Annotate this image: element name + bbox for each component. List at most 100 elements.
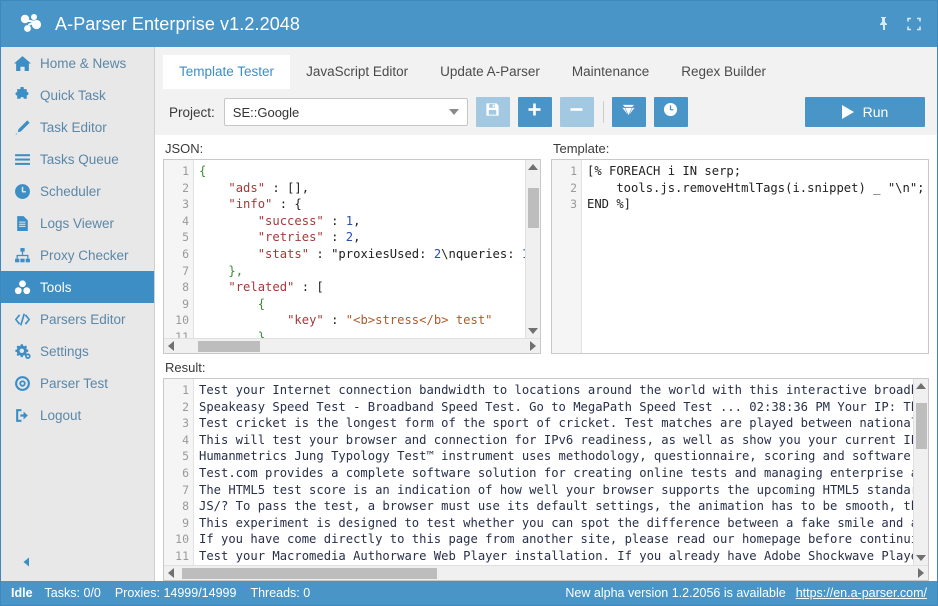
sidebar-item-parsers-editor[interactable]: Parsers Editor — [1, 303, 154, 335]
pin-icon[interactable] — [875, 15, 893, 33]
status-right-group: New alpha version 1.2.2056 is available … — [565, 586, 927, 600]
json-vscroll-thumb[interactable] — [528, 188, 539, 228]
template-editor-panel: Template: 123 [% FOREACH i IN serp; tool… — [551, 141, 929, 354]
code-line: JS/? To pass the test, a browser must us… — [199, 498, 913, 515]
presets-button[interactable] — [612, 97, 646, 127]
sidebar-item-logs-viewer[interactable]: Logs Viewer — [1, 207, 154, 239]
fullscreen-icon[interactable] — [905, 15, 923, 33]
code-line: The HTML5 test score is an indication of… — [199, 482, 913, 499]
result-code-area[interactable]: Test your Internet connection bandwidth … — [194, 379, 913, 565]
status-tasks: Tasks: 0/0 — [45, 586, 101, 600]
plus-icon — [527, 102, 542, 122]
application-window: A-Parser Enterprise v1.2.2048 — [0, 0, 938, 606]
sidebar-item-quick-task[interactable]: Quick Task — [1, 79, 154, 111]
clock-icon — [663, 102, 678, 122]
result-vertical-scrollbar[interactable] — [913, 379, 928, 565]
code-line: Test.com provides a complete software so… — [199, 465, 913, 482]
line-number: 6 — [164, 246, 189, 263]
scroll-right-icon[interactable] — [526, 339, 540, 354]
line-number: 1 — [164, 382, 189, 399]
sidebar-item-tools[interactable]: Tools — [1, 271, 154, 303]
scroll-left-icon[interactable] — [164, 566, 178, 581]
template-code-frame: 123 [% FOREACH i IN serp; tools.js.remov… — [551, 159, 929, 354]
line-number: 8 — [164, 279, 189, 296]
code-line: }, — [199, 329, 525, 338]
status-proxies: Proxies: 14999/14999 — [115, 586, 237, 600]
json-hscroll-thumb[interactable] — [198, 341, 260, 352]
tab-update-a-parser[interactable]: Update A-Parser — [424, 55, 556, 89]
line-number: 10 — [164, 531, 189, 548]
sidebar-item-proxy-checker[interactable]: Proxy Checker — [1, 239, 154, 271]
project-select[interactable]: SE::Google — [224, 98, 468, 126]
gears-icon — [13, 342, 31, 360]
json-horizontal-scrollbar[interactable] — [164, 338, 540, 353]
sidebar-item-scheduler[interactable]: Scheduler — [1, 175, 154, 207]
tab-regex-builder[interactable]: Regex Builder — [665, 55, 782, 89]
result-line-numbers: 123456789101112 — [164, 379, 194, 565]
app-title: A-Parser Enterprise v1.2.2048 — [55, 14, 300, 35]
run-button[interactable]: Run — [805, 97, 925, 127]
line-number: 2 — [164, 180, 189, 197]
add-button[interactable] — [518, 97, 552, 127]
scroll-up-icon[interactable] — [914, 379, 929, 393]
code-line: "key" : "<b>stress</b> test" — [199, 312, 525, 329]
toolbar: Project: SE::Google — [155, 89, 937, 135]
tab-template-tester[interactable]: Template Tester — [163, 55, 290, 89]
json-vertical-scrollbar[interactable] — [525, 160, 540, 338]
line-number: 8 — [164, 498, 189, 515]
json-line-numbers: 123456789101112 — [164, 160, 194, 338]
sidebar-item-label: Scheduler — [40, 184, 101, 199]
sidebar-item-label: Logs Viewer — [40, 216, 114, 231]
line-number: 7 — [164, 263, 189, 280]
sidebar-item-tasks-queue[interactable]: Tasks Queue — [1, 143, 154, 175]
scroll-left-icon[interactable] — [164, 339, 178, 354]
code-line: tools.js.removeHtmlTags(i.snippet) _ "\n… — [587, 180, 928, 197]
sidebar-item-task-editor[interactable]: Task Editor — [1, 111, 154, 143]
sidebar-item-label: Task Editor — [40, 120, 107, 135]
line-number: 9 — [164, 515, 189, 532]
scroll-down-icon[interactable] — [914, 551, 929, 565]
template-line-numbers: 123 — [552, 160, 582, 353]
sidebar-item-parser-test[interactable]: Parser Test — [1, 367, 154, 399]
code-line: }, — [199, 263, 525, 280]
code-line: This experiment is designed to test whet… — [199, 515, 913, 532]
code-line: { — [199, 163, 525, 180]
json-code-area[interactable]: { "ads" : [], "info" : { "success" : 1, … — [194, 160, 525, 338]
logout-icon — [13, 406, 31, 424]
target-icon — [13, 374, 31, 392]
scroll-right-icon[interactable] — [914, 566, 928, 581]
sidebar-item-home-news[interactable]: Home & News — [1, 47, 154, 79]
update-link[interactable]: https://en.a-parser.com/ — [796, 586, 927, 600]
result-vscroll-thumb[interactable] — [916, 403, 927, 449]
line-number: 3 — [164, 196, 189, 213]
status-threads: Threads: 0 — [250, 586, 310, 600]
result-horizontal-scrollbar[interactable] — [164, 565, 928, 580]
sidebar-item-logout[interactable]: Logout — [1, 399, 154, 431]
remove-button[interactable] — [560, 97, 594, 127]
history-button[interactable] — [654, 97, 688, 127]
tab-maintenance[interactable]: Maintenance — [556, 55, 665, 89]
title-bar: A-Parser Enterprise v1.2.2048 — [1, 1, 937, 47]
minus-icon — [569, 102, 584, 122]
line-number: 1 — [164, 163, 189, 180]
sitemap-icon — [13, 246, 31, 264]
result-hscroll-thumb[interactable] — [182, 568, 437, 579]
save-button[interactable] — [476, 97, 510, 127]
code-line: Test cricket is the longest form of the … — [199, 415, 913, 432]
scroll-down-icon[interactable] — [526, 324, 541, 338]
template-label: Template: — [553, 141, 929, 156]
scroll-up-icon[interactable] — [526, 160, 541, 174]
sidebar-item-label: Parsers Editor — [40, 312, 126, 327]
tab-bar: Template Tester JavaScript Editor Update… — [155, 47, 937, 89]
tab-javascript-editor[interactable]: JavaScript Editor — [290, 55, 424, 89]
sidebar-item-label: Home & News — [40, 56, 126, 71]
toolbar-separator — [603, 101, 604, 123]
sidebar-collapse-button[interactable] — [1, 547, 154, 581]
line-number: 9 — [164, 296, 189, 313]
template-code-area[interactable]: [% FOREACH i IN serp; tools.js.removeHtm… — [582, 160, 928, 353]
editors-row: JSON: 123456789101112 { "ads" : [], "inf… — [163, 141, 929, 354]
sidebar-item-settings[interactable]: Settings — [1, 335, 154, 367]
body-row: Home & News Quick Task Task Editor Tasks… — [1, 47, 937, 581]
floppy-icon — [485, 102, 500, 122]
line-number: 2 — [164, 399, 189, 416]
